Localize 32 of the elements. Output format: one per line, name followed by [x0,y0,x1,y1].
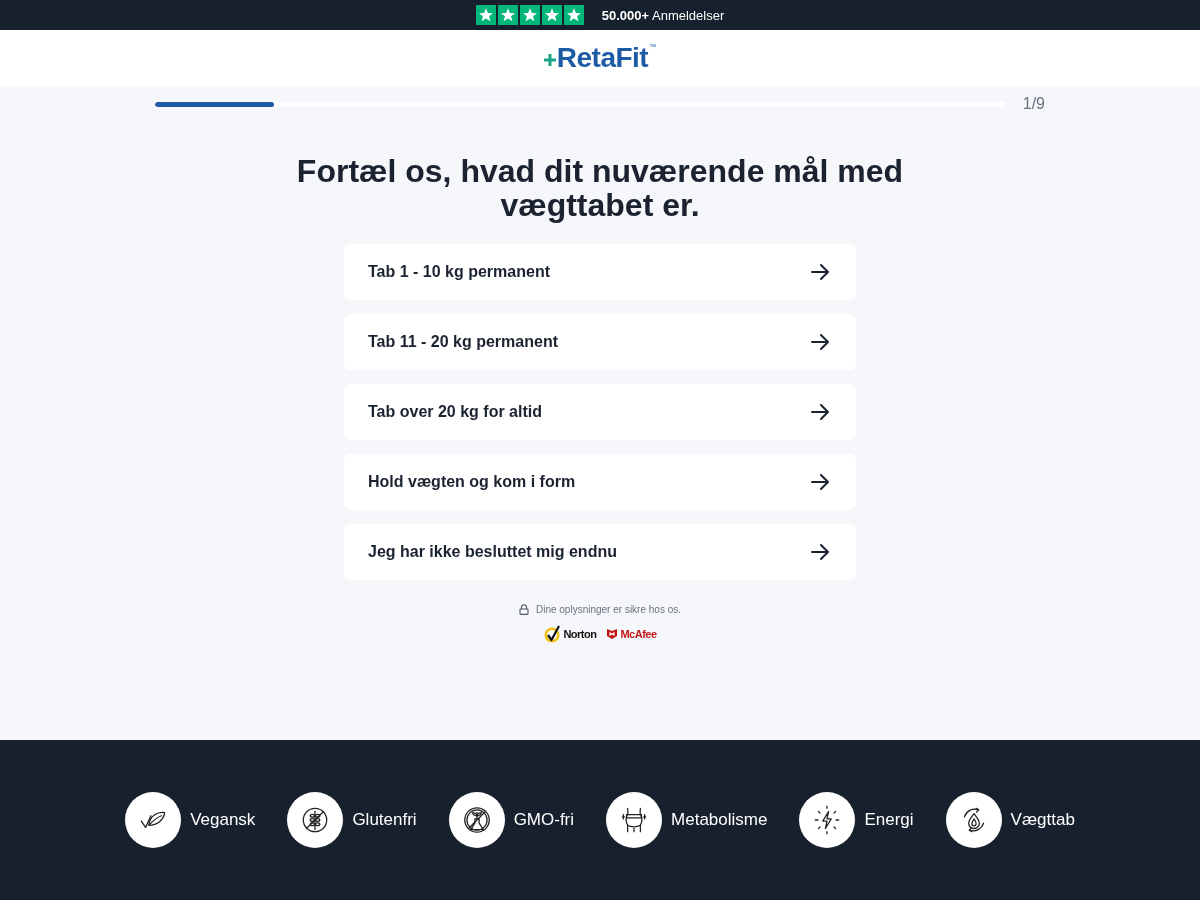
arrow-right-icon [810,404,830,420]
lock-icon [518,604,529,615]
star-icon [519,5,540,25]
review-count: 50.000+ Anmeldelser [601,7,725,23]
answer-option[interactable]: Tab 1 - 10 kg permanent [344,244,856,300]
feature-label: Metabolisme [671,810,768,830]
arrow-right-icon [810,474,830,490]
feature-label: Glutenfri [352,810,417,830]
arrow-right-icon [810,264,830,280]
shield-icon [606,628,619,640]
star-icon [541,5,562,25]
answer-option[interactable]: Tab over 20 kg for altid [344,384,856,440]
checkmark-seal-icon [543,625,562,643]
feature-label: Vegansk [190,810,256,830]
step-counter: 1/9 [1022,94,1045,114]
question-title: Fortæl os, hvad dit nuværende mål med vægttabet er. [295,154,905,222]
answer-option[interactable]: Hold vægten og kom i form [344,454,856,510]
feature-label: Energi [864,810,914,830]
answer-option[interactable]: Tab 11 - 20 kg permanent [344,314,856,370]
logo: RetaFit [556,42,649,74]
star-icon [497,5,518,25]
arrow-right-icon [810,544,830,560]
answer-option[interactable]: Jeg har ikke besluttet mig endnu [344,524,856,580]
mcafee-logo-text: McAfee [620,628,657,640]
arrow-right-icon [810,334,830,350]
feature-label: Vægttab [1010,810,1075,830]
star-icon [475,5,496,25]
star-icon [563,5,584,25]
norton-logo-text: Norton [563,628,597,640]
cross-icon [543,54,556,66]
security-note: Dine oplysninger er sikre hos os. [535,604,682,615]
feature-label: GMO-fri [513,810,575,830]
